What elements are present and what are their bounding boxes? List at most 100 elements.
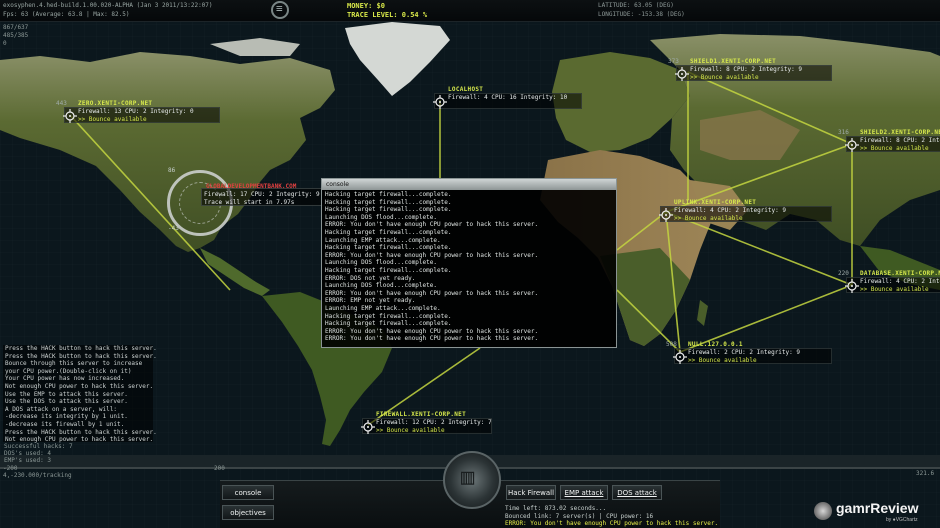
hint-line: Press the HACK button to hack this serve… <box>5 352 157 360</box>
node-stats: Firewall: 8 CPU: 2 Integrity: 9 <box>690 66 802 73</box>
latitude-readout: LATITUDE: 63.05 (DEG) <box>598 2 674 9</box>
console-window[interactable]: console Hacking target firewall...comple… <box>321 178 617 348</box>
node-id: 508 <box>666 341 677 348</box>
hint-line: Bounce through this server to increase <box>5 360 143 368</box>
node-stats: Firewall: 2 CPU: 2 Integrity: 9 <box>688 349 800 356</box>
hint-line: Press the HACK button to hack this serve… <box>5 428 157 436</box>
gamrreview-logo-icon <box>814 502 832 520</box>
crosshair-icon[interactable] <box>845 137 859 152</box>
console-line: Launching DOS flood...complete. <box>325 282 437 290</box>
hint-line: Use the EMP to attack this server. <box>5 390 128 398</box>
crosshair-icon[interactable] <box>433 94 447 109</box>
coord-line: 0 <box>3 40 7 47</box>
hint-log-panel: Press the HACK button to hack this serve… <box>3 345 157 443</box>
target-server-name[interactable]: GLOBALDEVELOPMENTBANK.COM <box>206 183 296 190</box>
money-readout: MONEY: $0 <box>347 2 385 10</box>
console-line: Hacking target firewall...complete. <box>325 312 452 320</box>
build-string: exosyphen.4.hed-build.1.00.020-ALPHA (Ja… <box>3 2 213 9</box>
node-hostname[interactable]: SHIELD2.XENTI-CORP.NET <box>860 129 940 136</box>
dial-top-label: 86 <box>168 167 176 174</box>
node-id: 220 <box>838 270 849 277</box>
game-screen: exosyphen.4.hed-build.1.00.020-ALPHA (Ja… <box>0 0 940 528</box>
top-status-bar: exosyphen.4.hed-build.1.00.020-ALPHA (Ja… <box>0 0 940 22</box>
ruler-mid-label: 200 <box>214 465 225 472</box>
node-stats: Firewall: 12 CPU: 2 Integrity: 7 <box>376 419 492 426</box>
node-id: 316 <box>838 129 849 136</box>
node-bounce-status: >> Bounce available <box>860 145 929 152</box>
hack-firewall-button[interactable]: Hack Firewall <box>506 485 556 500</box>
node-hostname[interactable]: UPLINK.XENTI-CORP.NET <box>674 199 756 206</box>
crosshair-icon[interactable] <box>845 278 859 293</box>
console-line: ERROR: You don't have enough CPU power t… <box>325 327 539 335</box>
node-bounce-status: >> Bounce available <box>688 357 757 364</box>
hint-line: -decrease its firewall by 1 unit. <box>5 420 125 428</box>
console-line: Launching DOS flood...complete. <box>325 213 437 221</box>
dial-bottom-label: -43 <box>168 225 179 232</box>
node-hostname[interactable]: NULL.127.0.0.1 <box>688 341 743 348</box>
hint-line: -decrease its integrity by 1 unit. <box>5 413 128 421</box>
node-bounce-status: >> Bounce available <box>860 286 929 293</box>
longitude-readout: LONGITUDE: -153.38 (DEG) <box>598 11 685 18</box>
console-line: Hacking target firewall...complete. <box>325 206 452 214</box>
hint-line: A DOS attack on a server, will: <box>5 405 117 413</box>
coord-line: 867/637 <box>3 24 29 31</box>
console-button[interactable]: console <box>222 485 274 500</box>
node-hostname[interactable]: ZERO.XENTI-CORP.NET <box>78 100 152 107</box>
hint-line: Not enough CPU power to hack this server… <box>5 382 154 390</box>
crosshair-icon[interactable] <box>361 419 375 434</box>
console-line: Hacking target firewall...complete. <box>325 198 452 206</box>
console-line: Hacking target firewall...complete. <box>325 266 452 274</box>
console-line: Hacking target firewall...complete. <box>325 244 452 252</box>
trace-level-readout: TRACE LEVEL: 0.54 % <box>347 11 428 19</box>
stat-line: Successful hacks: 7 <box>4 443 73 450</box>
node-hostname[interactable]: LOCALHOST <box>448 86 483 93</box>
node-id: 373 <box>668 58 679 65</box>
ruler-right-label: 321.6 <box>916 470 935 477</box>
ruler-left-label: -200 <box>3 465 18 472</box>
tracking-readout: 4,-230.000/tracking <box>3 472 72 479</box>
coord-line: 485/385 <box>3 32 29 39</box>
target-server-stats: Firewall: 17 CPU: 2 Integrity: 9 <box>204 191 320 198</box>
watermark: gamrReview by ●VGChartz <box>812 498 940 528</box>
main-action-knob-icon[interactable] <box>443 451 501 509</box>
crosshair-icon[interactable] <box>63 108 77 123</box>
console-title-bar[interactable]: console <box>322 179 616 190</box>
node-stats: Firewall: 4 CPU: 2 Integrity: 9 <box>674 207 786 214</box>
game-logo-icon <box>271 1 289 19</box>
watermark-name: gamrReview <box>836 500 919 516</box>
console-line: ERROR: You don't have enough CPU power t… <box>325 335 539 343</box>
bounced-link-info: Bounced link: 7 server(s) | CPU power: 1… <box>505 512 654 520</box>
node-hostname[interactable]: DATABASE.XENTI-CORP.NET <box>860 270 940 277</box>
node-stats: Firewall: 8 CPU: 2 Integrity: 9 <box>860 137 940 144</box>
hint-line: Use the DOS to attack this server. <box>5 398 128 406</box>
objectives-button[interactable]: objectives <box>222 505 274 520</box>
node-stats: Firewall: 4 CPU: 2 Integrity: 9 <box>860 278 940 285</box>
fps-counter: Fps: 63 (Average: 63.8 | Max: 82.5) <box>3 11 130 18</box>
console-line: Hacking target firewall...complete. <box>325 228 452 236</box>
console-line: Hacking target firewall...complete. <box>325 191 452 198</box>
node-bounce-status: >> Bounce available <box>674 215 743 222</box>
stat-line: DOS's used: 4 <box>4 450 51 457</box>
emp-attack-button[interactable]: EMP attack <box>560 485 608 500</box>
console-line: ERROR: You don't have enough CPU power t… <box>325 251 539 259</box>
watermark-sub: by ●VGChartz <box>886 517 918 523</box>
node-bounce-status: >> Bounce available <box>690 74 759 81</box>
time-left: Time left: 873.02 seconds... <box>505 505 607 512</box>
console-line: ERROR: You don't have enough CPU power t… <box>325 289 539 297</box>
trace-countdown: Trace will start in 7.97s <box>204 199 295 206</box>
console-line: Hacking target firewall...complete. <box>325 320 452 328</box>
error-message: ERROR: You don't have enough CPU power t… <box>505 520 719 527</box>
crosshair-icon[interactable] <box>675 66 689 81</box>
node-stats: Firewall: 13 CPU: 2 Integrity: 0 <box>78 108 194 115</box>
console-line: Launching DOS flood...complete. <box>325 259 437 267</box>
hack-stats: Successful hacks: 7 DOS's used: 4 EMP's … <box>4 443 73 464</box>
node-bounce-status: >> Bounce available <box>376 427 445 434</box>
node-hostname[interactable]: SHIELD1.XENTI-CORP.NET <box>690 58 776 65</box>
console-line: ERROR: EMP not yet ready. <box>325 297 416 305</box>
node-id: 443 <box>56 100 67 107</box>
dos-attack-button[interactable]: DOS attack <box>612 485 662 500</box>
crosshair-icon[interactable] <box>673 349 687 364</box>
node-hostname[interactable]: FIREWALL.XENTI-CORP.NET <box>376 411 466 418</box>
status-readout: Time left: 873.02 seconds... Bounced lin… <box>505 505 718 528</box>
crosshair-icon[interactable] <box>659 207 673 222</box>
